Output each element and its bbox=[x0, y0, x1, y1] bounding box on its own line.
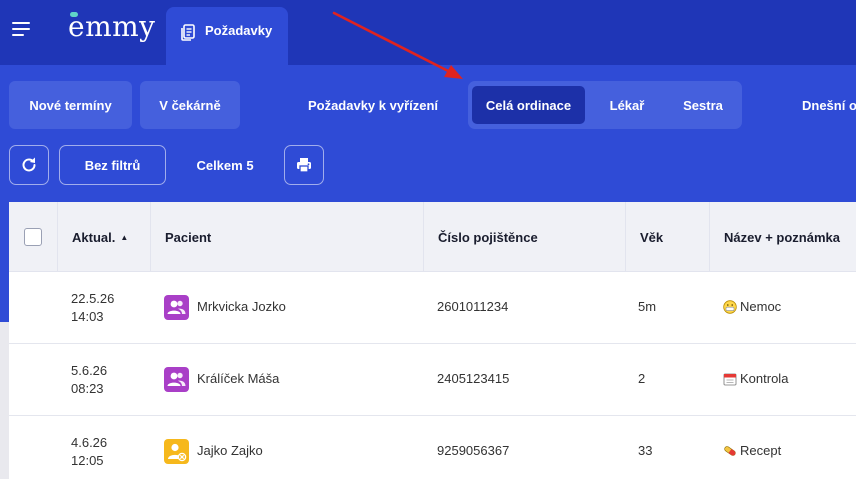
request-title-text: Kontrola bbox=[740, 371, 789, 386]
patient-avatar bbox=[164, 367, 189, 392]
request-title-text: Nemoc bbox=[740, 299, 782, 314]
table-header: Aktual. ▲ Pacient Číslo pojištěnce Věk N… bbox=[9, 202, 856, 272]
request-title: Recept bbox=[723, 443, 781, 458]
updated-time: 14:03 bbox=[71, 309, 104, 324]
request-title: Kontrola bbox=[723, 371, 788, 386]
no-filters-button[interactable]: Bez filtrů bbox=[59, 145, 166, 185]
user-blocked-icon bbox=[168, 443, 187, 462]
app-logo[interactable]: emmy bbox=[68, 10, 156, 43]
updated-time: 12:05 bbox=[71, 453, 104, 468]
pill-icon bbox=[724, 445, 736, 456]
menu-icon[interactable] bbox=[12, 22, 32, 38]
updated-cell: 22.5.26 14:03 bbox=[71, 290, 114, 326]
column-header-insurance-number[interactable]: Číslo pojištěnce bbox=[438, 202, 538, 272]
segment-nurse[interactable]: Sestra bbox=[668, 86, 738, 124]
patient-age: 5m bbox=[638, 299, 657, 314]
column-header-updated[interactable]: Aktual. ▲ bbox=[72, 202, 128, 272]
total-count: Celkem 5 bbox=[196, 157, 254, 173]
patient-name[interactable]: Králíček Máša bbox=[197, 371, 279, 386]
column-label: Aktual. bbox=[72, 229, 116, 245]
request-title-text: Recept bbox=[740, 443, 782, 458]
updated-date: 4.6.26 bbox=[71, 435, 108, 450]
updated-cell: 4.6.26 12:05 bbox=[71, 434, 107, 470]
sick-face-icon bbox=[723, 299, 737, 314]
patient-age: 2 bbox=[638, 371, 646, 386]
users-icon bbox=[167, 300, 186, 314]
column-header-patient[interactable]: Pacient bbox=[165, 202, 211, 272]
page-gutter bbox=[0, 322, 9, 479]
refresh-button[interactable] bbox=[9, 145, 49, 185]
patient-name[interactable]: Jajko Zajko bbox=[197, 443, 263, 458]
pending-requests-button[interactable]: Požadavky k vyřízení bbox=[298, 81, 448, 129]
sort-ascending-icon: ▲ bbox=[120, 232, 129, 242]
today-button[interactable]: Dnešní o bbox=[790, 81, 856, 129]
select-all-checkbox[interactable] bbox=[24, 228, 42, 246]
table-row[interactable]: 4.6.26 12:05 Jajko Zajko 9259056367 33 R… bbox=[9, 416, 856, 479]
new-terms-button[interactable]: Nové termíny bbox=[9, 81, 132, 129]
tab-label: Požadavky bbox=[205, 23, 273, 38]
updated-cell: 5.6.26 08:23 bbox=[71, 362, 107, 398]
insurance-number: 2405123415 bbox=[437, 371, 510, 386]
column-divider bbox=[57, 202, 58, 272]
patient-avatar bbox=[164, 439, 189, 464]
updated-date: 5.6.26 bbox=[71, 363, 108, 378]
requests-table: Aktual. ▲ Pacient Číslo pojištěnce Věk N… bbox=[9, 202, 856, 479]
updated-date: 22.5.26 bbox=[71, 291, 115, 306]
patient-avatar bbox=[164, 295, 189, 320]
insurance-number: 9259056367 bbox=[437, 443, 510, 458]
users-icon bbox=[167, 372, 186, 386]
column-header-age[interactable]: Věk bbox=[640, 202, 663, 272]
request-title: Nemoc bbox=[723, 299, 781, 314]
annotation-arrow-icon bbox=[332, 11, 463, 79]
refresh-icon bbox=[22, 157, 36, 172]
calendar-icon bbox=[723, 373, 737, 385]
scope-segmented-control: Celá ordinace Lékař Sestra bbox=[468, 81, 742, 129]
table-row[interactable]: 22.5.26 14:03 Mrkvicka Jozko 2601011234 … bbox=[9, 272, 856, 344]
insurance-number: 2601011234 bbox=[437, 299, 509, 314]
column-divider bbox=[423, 202, 424, 272]
segment-doctor[interactable]: Lékař bbox=[592, 86, 662, 124]
patient-age: 33 bbox=[638, 443, 653, 458]
patient-name[interactable]: Mrkvicka Jozko bbox=[197, 299, 286, 314]
column-divider bbox=[709, 202, 710, 272]
waiting-room-button[interactable]: V čekárně bbox=[140, 81, 240, 129]
print-button[interactable] bbox=[284, 145, 324, 185]
table-row[interactable]: 5.6.26 08:23 Králíček Máša 2405123415 2 … bbox=[9, 344, 856, 416]
column-header-title-note[interactable]: Název + poznámka bbox=[724, 202, 840, 272]
column-divider bbox=[150, 202, 151, 272]
column-divider bbox=[625, 202, 626, 272]
updated-time: 08:23 bbox=[71, 381, 104, 396]
tab-pozadavky[interactable]: Požadavky bbox=[166, 7, 288, 65]
printer-icon bbox=[297, 158, 311, 173]
segment-whole-practice[interactable]: Celá ordinace bbox=[472, 86, 585, 124]
document-icon bbox=[181, 24, 195, 41]
